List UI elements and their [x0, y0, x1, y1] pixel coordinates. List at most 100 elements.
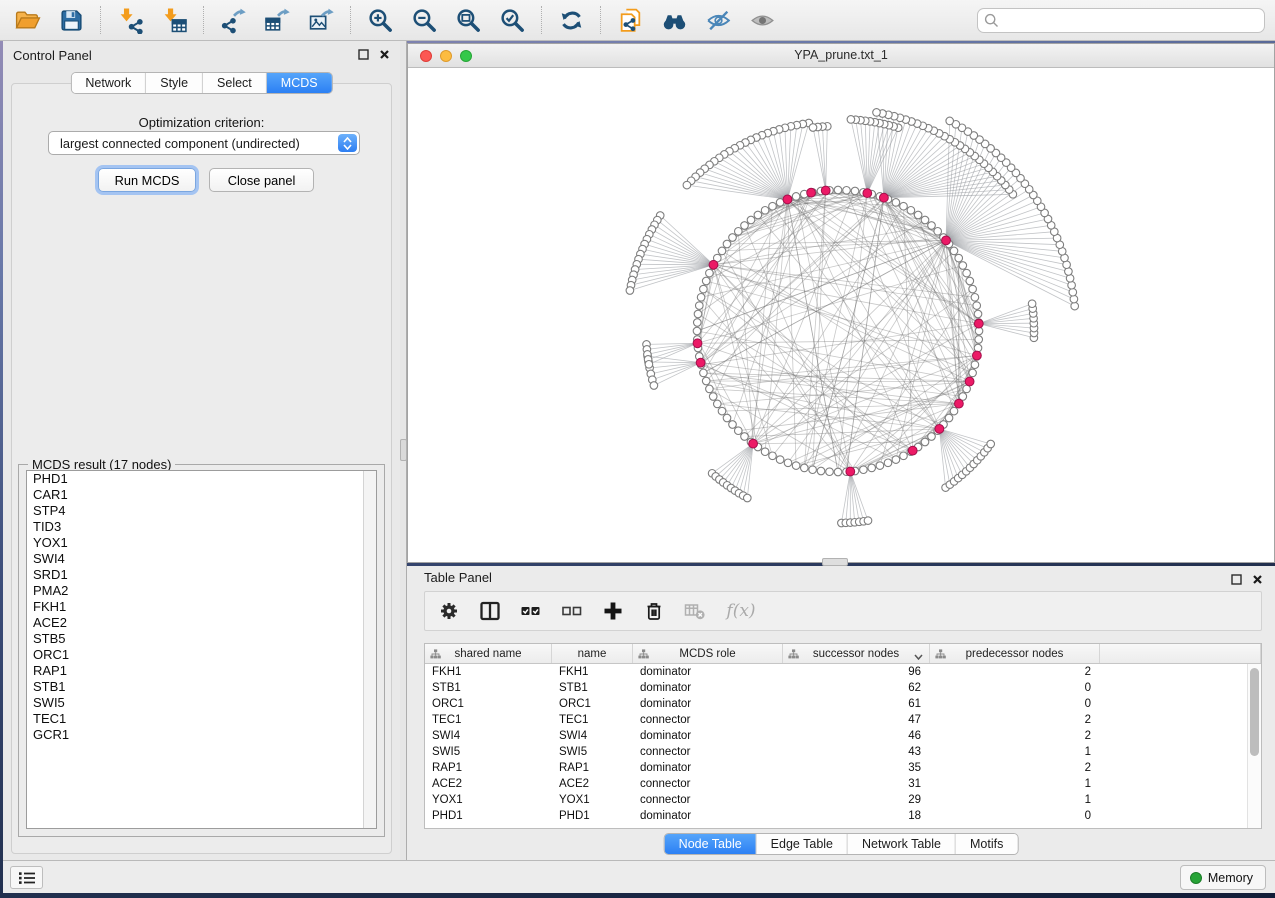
mcds-result-item[interactable]: STP4 [27, 503, 376, 519]
export-image-button[interactable] [304, 3, 338, 37]
close-table-panel-icon[interactable] [1251, 573, 1263, 585]
mcds-result-item[interactable]: ACE2 [27, 615, 376, 631]
hide-selected-button[interactable] [701, 3, 735, 37]
select-all-button[interactable] [519, 599, 543, 623]
table-cell: 31 [783, 776, 930, 792]
zoom-fit-button[interactable] [451, 3, 485, 37]
mcds-result-item[interactable]: CAR1 [27, 487, 376, 503]
mcds-result-item[interactable]: GCR1 [27, 727, 376, 743]
column-header-mcds-role[interactable]: MCDS role [633, 644, 783, 663]
table-cell: 61 [783, 696, 930, 712]
table-row[interactable]: ACE2ACE2connector311 [425, 776, 1261, 792]
table-cell: connector [633, 744, 783, 760]
mcds-result-item[interactable]: TID3 [27, 519, 376, 535]
mcds-result-fieldset: MCDS result (17 nodes) PHD1CAR1STP4TID3Y… [18, 464, 385, 837]
node-table: shared namenameMCDS rolesuccessor nodesp… [424, 643, 1262, 829]
close-panel-icon[interactable] [378, 48, 390, 60]
result-list-scrollbar[interactable] [363, 471, 376, 828]
add-column-button[interactable] [601, 599, 625, 623]
table-scrollbar[interactable] [1247, 664, 1261, 828]
export-table-button[interactable] [260, 3, 294, 37]
show-all-icon [749, 7, 776, 34]
table-settings-button[interactable] [437, 599, 461, 623]
import-network-button[interactable] [113, 3, 147, 37]
tab-style[interactable]: Style [146, 73, 203, 93]
mcds-result-item[interactable]: SRD1 [27, 567, 376, 583]
refresh-view-button[interactable] [554, 3, 588, 37]
tab-select[interactable]: Select [203, 73, 267, 93]
tab-mcds[interactable]: MCDS [267, 73, 332, 93]
column-header-predecessor-nodes[interactable]: predecessor nodes [930, 644, 1100, 663]
task-history-button[interactable] [10, 866, 43, 889]
mcds-result-item[interactable]: SWI5 [27, 695, 376, 711]
vertical-splitter[interactable] [400, 41, 407, 860]
table-cell: dominator [633, 696, 783, 712]
mcds-result-item[interactable]: STB1 [27, 679, 376, 695]
zoom-in-button[interactable] [363, 3, 397, 37]
import-table-button[interactable] [157, 3, 191, 37]
mcds-result-item[interactable]: RAP1 [27, 663, 376, 679]
toolbar-icon-groups [10, 3, 779, 37]
table-cell: STB1 [425, 680, 552, 696]
mcds-result-item[interactable]: SWI4 [27, 551, 376, 567]
column-header-shared-name[interactable]: shared name [425, 644, 552, 663]
float-table-panel-icon[interactable] [1230, 573, 1242, 585]
column-type-icon [935, 649, 946, 662]
mcds-result-item[interactable]: PHD1 [27, 471, 376, 487]
show-all-button[interactable] [745, 3, 779, 37]
memory-button[interactable]: Memory [1180, 865, 1266, 890]
run-mcds-button[interactable]: Run MCDS [98, 168, 196, 192]
float-window-icon[interactable] [357, 48, 369, 60]
tab-network-table[interactable]: Network Table [848, 834, 956, 854]
column-header-name[interactable]: name [552, 644, 633, 663]
table-row[interactable]: SWI5SWI5connector431 [425, 744, 1261, 760]
table-toolbar: f(x) [424, 591, 1262, 631]
mcds-result-item[interactable]: TEC1 [27, 711, 376, 727]
criterion-dropdown[interactable]: largest connected component (undirected) [48, 131, 360, 155]
table-cell: 46 [783, 728, 930, 744]
mcds-result-list[interactable]: PHD1CAR1STP4TID3YOX1SWI4SRD1PMA2FKH1ACE2… [26, 470, 377, 829]
search-input[interactable] [977, 8, 1265, 33]
zoom-selected-button[interactable] [495, 3, 529, 37]
show-columns-button[interactable] [478, 599, 502, 623]
table-cell: 1 [930, 792, 1100, 808]
tab-node-table[interactable]: Node Table [665, 834, 757, 854]
control-panel: Control Panel Optimization criterion: la… [3, 41, 400, 860]
export-network-button[interactable] [216, 3, 250, 37]
vertical-splitter-grip[interactable] [400, 439, 407, 461]
deselect-all-button[interactable] [560, 599, 584, 623]
network-graph-canvas[interactable] [408, 68, 1274, 562]
desktop: Control Panel Optimization criterion: la… [0, 0, 1275, 898]
network-window-titlebar[interactable]: YPA_prune.txt_1 [408, 44, 1274, 68]
table-row[interactable]: ORC1ORC1dominator610 [425, 696, 1261, 712]
close-panel-button[interactable]: Close panel [209, 168, 314, 192]
delete-columns-button[interactable] [642, 599, 666, 623]
zoom-out-button[interactable] [407, 3, 441, 37]
mcds-result-item[interactable]: FKH1 [27, 599, 376, 615]
binoculars-button[interactable] [657, 3, 691, 37]
mcds-result-item[interactable]: ORC1 [27, 647, 376, 663]
mcds-result-item[interactable]: PMA2 [27, 583, 376, 599]
table-row[interactable]: PHD1PHD1dominator180 [425, 808, 1261, 824]
table-row[interactable]: TEC1TEC1connector472 [425, 712, 1261, 728]
table-row[interactable]: SWI4SWI4dominator462 [425, 728, 1261, 744]
mcds-result-item[interactable]: YOX1 [27, 535, 376, 551]
open-file-button[interactable] [10, 3, 44, 37]
table-scrollbar-thumb[interactable] [1250, 668, 1259, 756]
table-cell: YOX1 [552, 792, 633, 808]
tab-network[interactable]: Network [71, 73, 146, 93]
clone-network-button[interactable] [613, 3, 647, 37]
tab-edge-table[interactable]: Edge Table [757, 834, 848, 854]
save-session-button[interactable] [54, 3, 88, 37]
table-row[interactable]: RAP1RAP1dominator352 [425, 760, 1261, 776]
table-row[interactable]: YOX1YOX1connector291 [425, 792, 1261, 808]
tab-motifs[interactable]: Motifs [956, 834, 1017, 854]
table-row[interactable]: STB1STB1dominator620 [425, 680, 1261, 696]
table-row[interactable]: FKH1FKH1dominator962 [425, 664, 1261, 680]
network-view-window: YPA_prune.txt_1 [407, 43, 1275, 563]
column-header-successor-nodes[interactable]: successor nodes [783, 644, 930, 663]
mcds-result-item[interactable]: STB5 [27, 631, 376, 647]
horizontal-splitter-grip[interactable] [822, 558, 848, 566]
function-builder-button: f(x) [724, 599, 758, 623]
table-cell: connector [633, 712, 783, 728]
